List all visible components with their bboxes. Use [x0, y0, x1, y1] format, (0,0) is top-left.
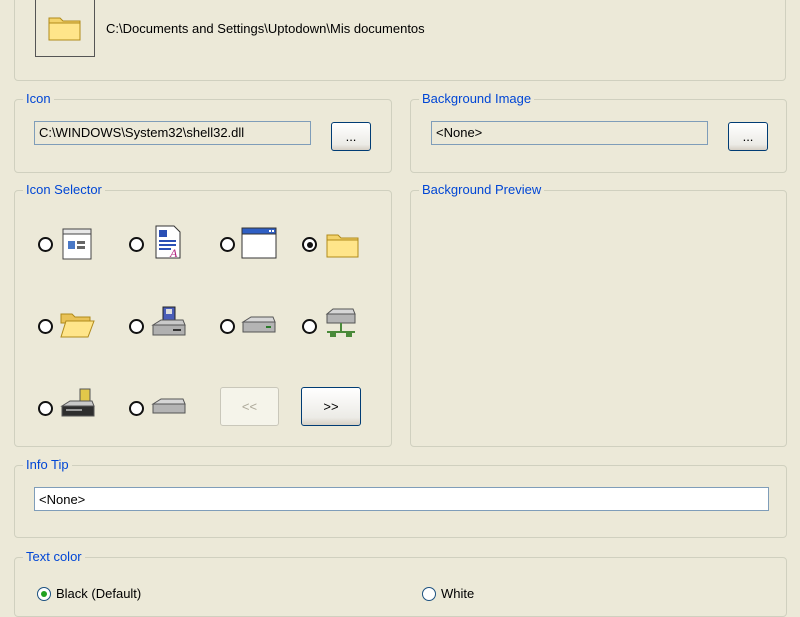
folder-preview-group: C:\Documents and Settings\Uptodown\Mis d…: [14, 0, 786, 81]
icon-option-radio-2[interactable]: [129, 237, 144, 252]
icon-selector-legend: Icon Selector: [23, 182, 105, 198]
background-browse-button[interactable]: ...: [728, 122, 768, 151]
next-icons-button[interactable]: >>: [301, 387, 361, 426]
floppy-drive-icon[interactable]: [151, 305, 187, 341]
info-tip-group: Info Tip: [14, 457, 787, 538]
icon-option-radio-9[interactable]: [38, 401, 53, 416]
icon-option-radio-6[interactable]: [129, 319, 144, 334]
info-tip-input[interactable]: [34, 487, 769, 511]
background-preview-legend: Background Preview: [419, 182, 545, 198]
preview-path: C:\Documents and Settings\Uptodown\Mis d…: [106, 21, 425, 36]
folder-icon[interactable]: [325, 227, 361, 263]
icon-group-legend: Icon: [23, 91, 54, 107]
background-image-group: Background Image <None> ...: [410, 91, 787, 173]
text-color-legend: Text color: [23, 549, 85, 565]
info-tip-legend: Info Tip: [23, 457, 72, 473]
icon-group: Icon C:\WINDOWS\System32\shell32.dll ...: [14, 91, 392, 173]
background-preview-group: Background Preview: [410, 182, 787, 447]
svg-text:A: A: [169, 246, 178, 260]
background-image-field[interactable]: <None>: [431, 121, 708, 145]
folder-icon: [48, 17, 81, 41]
icon-option-radio-4[interactable]: [302, 237, 317, 252]
window-properties-icon[interactable]: [59, 226, 95, 262]
background-image-legend: Background Image: [419, 91, 535, 107]
removable-drive-icon[interactable]: [151, 389, 187, 425]
hard-drive-icon[interactable]: [241, 307, 277, 343]
document-text-icon[interactable]: A: [150, 224, 186, 260]
icon-browse-button[interactable]: ...: [331, 122, 371, 151]
text-color-group: Text color Black (Default) White: [14, 549, 787, 617]
cd-drive-icon[interactable]: [60, 387, 96, 423]
open-folder-icon[interactable]: [59, 306, 95, 342]
icon-option-radio-3[interactable]: [220, 237, 235, 252]
icon-file-field[interactable]: C:\WINDOWS\System32\shell32.dll: [34, 121, 311, 145]
icon-option-radio-5[interactable]: [38, 319, 53, 334]
icon-option-radio-8[interactable]: [302, 319, 317, 334]
text-color-white-radio[interactable]: [422, 587, 436, 601]
previous-icons-button[interactable]: <<: [220, 387, 279, 426]
preview-icon-frame: [35, 0, 95, 57]
icon-selector-group: Icon Selector A << >>: [14, 182, 392, 447]
network-drive-icon[interactable]: [323, 305, 359, 341]
text-color-black-radio[interactable]: [37, 587, 51, 601]
application-window-icon[interactable]: [241, 225, 277, 261]
icon-option-radio-10[interactable]: [129, 401, 144, 416]
icon-option-radio-1[interactable]: [38, 237, 53, 252]
icon-option-radio-7[interactable]: [220, 319, 235, 334]
